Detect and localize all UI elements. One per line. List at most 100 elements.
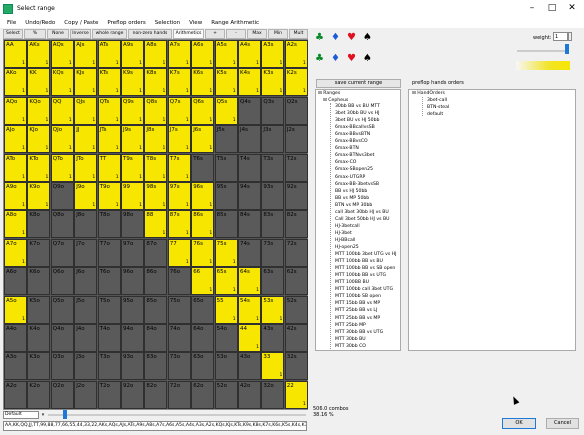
hand-cell[interactable]: T2o: [97, 380, 121, 409]
hand-cell[interactable]: T4o: [97, 324, 121, 352]
tree-item-range[interactable]: HJ-3bet: [335, 231, 352, 236]
hand-cell[interactable]: 87s 1: [167, 210, 191, 239]
hand-cell[interactable]: 83o: [144, 352, 168, 381]
tree-item-range[interactable]: 30bb BB vs BU MTT: [335, 104, 380, 109]
hand-cell[interactable]: Q3o: [50, 352, 74, 381]
preset-select[interactable]: Default: [3, 411, 39, 419]
weight-spinner[interactable]: [568, 32, 572, 41]
club-icon[interactable]: ♣: [315, 33, 324, 43]
hand-cell[interactable]: 55 1: [214, 295, 238, 324]
tree-item-range[interactable]: HJ-open25: [335, 245, 359, 250]
hand-cell[interactable]: 92s: [284, 182, 308, 210]
hand-cell[interactable]: KQo 1: [27, 96, 51, 125]
hand-cell[interactable]: A6s 1: [191, 40, 215, 68]
diamond-icon[interactable]: ♦: [331, 33, 340, 43]
hand-cell[interactable]: T9s 1: [121, 153, 144, 182]
hand-cell[interactable]: J7o: [74, 238, 98, 267]
hand-cell[interactable]: Q5o: [50, 295, 74, 324]
hand-cell[interactable]: Q8s 1: [144, 96, 168, 125]
hand-cell[interactable]: 52o: [214, 380, 238, 409]
hand-cell[interactable]: Q9o: [50, 182, 74, 210]
tree-item-range[interactable]: HJ-BBcall: [335, 238, 355, 243]
hand-cell[interactable]: 62o: [191, 380, 215, 409]
hand-cell[interactable]: Q6s 1: [191, 96, 215, 125]
weight-slider-track[interactable]: [517, 50, 569, 52]
hand-cell[interactable]: K6o: [27, 267, 51, 296]
weight-input[interactable]: [553, 32, 568, 41]
hand-cell[interactable]: A5s 1: [214, 40, 238, 68]
hand-cell[interactable]: T3o: [97, 352, 121, 381]
hand-cell[interactable]: 73s: [261, 238, 285, 267]
hand-cell[interactable]: JTo 1: [74, 153, 98, 182]
tab-arithmetics[interactable]: Arithmetics: [173, 29, 204, 39]
hand-cell[interactable]: JTs 1: [97, 125, 121, 154]
hand-cell[interactable]: A2o: [4, 380, 27, 409]
hand-cell[interactable]: A3s 1: [261, 40, 285, 68]
hand-cell[interactable]: KK 1: [27, 68, 51, 97]
hand-cell[interactable]: Q7s 1: [167, 96, 191, 125]
weight-slider-thumb[interactable]: [565, 44, 569, 54]
tree-item-range[interactable]: 6max-BB-3betvsSB: [335, 182, 379, 187]
hand-cell[interactable]: A4o: [4, 324, 27, 352]
tree-item-range[interactable]: Call 3bet 50bb HJ vs BU: [335, 217, 389, 222]
menu-file[interactable]: File: [7, 20, 16, 26]
hand-cell[interactable]: 74o: [167, 324, 191, 352]
tree-item-range[interactable]: MTT 25bb MP: [335, 323, 366, 328]
hand-cell[interactable]: A8o 1: [4, 210, 27, 239]
menu-range-arithmetic[interactable]: Range Arithmetic: [211, 20, 259, 26]
hand-cell[interactable]: T2s: [284, 153, 308, 182]
hand-cell[interactable]: T8s 1: [144, 153, 168, 182]
hand-cell[interactable]: 33 1: [261, 352, 285, 381]
hand-cell[interactable]: ATs 1: [97, 40, 121, 68]
tree-item-range[interactable]: MTT 100bb BB vs UTG: [335, 273, 386, 278]
hand-cell[interactable]: 52s: [284, 295, 308, 324]
hand-cell[interactable]: Q4s: [238, 96, 261, 125]
non-zero-hands-button[interactable]: non-zero hands: [128, 29, 172, 39]
mult-button[interactable]: Mult: [289, 29, 308, 39]
hand-cell[interactable]: ATo 1: [4, 153, 27, 182]
hand-cell[interactable]: 64o: [191, 324, 215, 352]
hand-cell[interactable]: 98o: [121, 210, 144, 239]
hand-cell[interactable]: 87o: [144, 238, 168, 267]
hand-cell[interactable]: 54s 1: [238, 295, 261, 324]
hand-cell[interactable]: K4o: [27, 324, 51, 352]
hand-cell[interactable]: T4s: [238, 153, 261, 182]
hand-cell[interactable]: J5s: [214, 125, 238, 154]
hand-cell[interactable]: A4s 1: [238, 40, 261, 68]
range-text-field[interactable]: AA,KK,QQ,JJ,TT,99,88,77,66,55,44,33,22,A…: [3, 421, 307, 431]
hand-cell[interactable]: KTo 1: [27, 153, 51, 182]
hand-cell[interactable]: QTs 1: [97, 96, 121, 125]
heart-icon[interactable]: ♥: [347, 33, 356, 43]
tree-folder-cepheus[interactable]: ⊟ Cepheus: [323, 98, 348, 103]
hand-cell[interactable]: J2s: [284, 125, 308, 154]
hand-cell[interactable]: J9s 1: [121, 125, 144, 154]
tree-item-range[interactable]: 6max-BTNvs3bet: [335, 153, 374, 158]
hand-cell[interactable]: A5o 1: [4, 295, 27, 324]
max-button[interactable]: Max: [247, 29, 267, 39]
hand-cell[interactable]: 44 1: [238, 324, 261, 352]
hand-cell[interactable]: 32o: [261, 380, 285, 409]
hand-cell[interactable]: 96s 1: [191, 182, 215, 210]
minimize-button[interactable]: –: [522, 0, 542, 17]
hand-cell[interactable]: 22 1: [284, 380, 308, 409]
hand-cell[interactable]: 95s: [214, 182, 238, 210]
hand-cell[interactable]: J7s 1: [167, 125, 191, 154]
tree-item-range[interactable]: BB vs HJ 50bb: [335, 189, 367, 194]
hand-cell[interactable]: QJo 1: [50, 125, 74, 154]
hand-cell[interactable]: 82s: [284, 210, 308, 239]
hand-cell[interactable]: AJo 1: [4, 125, 27, 154]
maximize-button[interactable]: □: [542, 0, 562, 17]
tree-item-order[interactable]: default: [427, 112, 443, 117]
hand-cell[interactable]: A7o 1: [4, 238, 27, 267]
hand-cell[interactable]: 95o: [121, 295, 144, 324]
hand-cell[interactable]: 88 1: [144, 210, 168, 239]
hand-cell[interactable]: K4s 1: [238, 68, 261, 97]
hand-cell[interactable]: 86o: [144, 267, 168, 296]
menu-copy-paste[interactable]: Copy / Paste: [64, 20, 98, 26]
hand-cell[interactable]: A3o: [4, 352, 27, 381]
ok-button[interactable]: OK: [502, 418, 536, 429]
tree-item-range[interactable]: HJ-3betcall: [335, 224, 360, 229]
hand-cell[interactable]: J4o: [74, 324, 98, 352]
hand-cell[interactable]: 93s: [261, 182, 285, 210]
hand-cell[interactable]: 97s 1: [167, 182, 191, 210]
